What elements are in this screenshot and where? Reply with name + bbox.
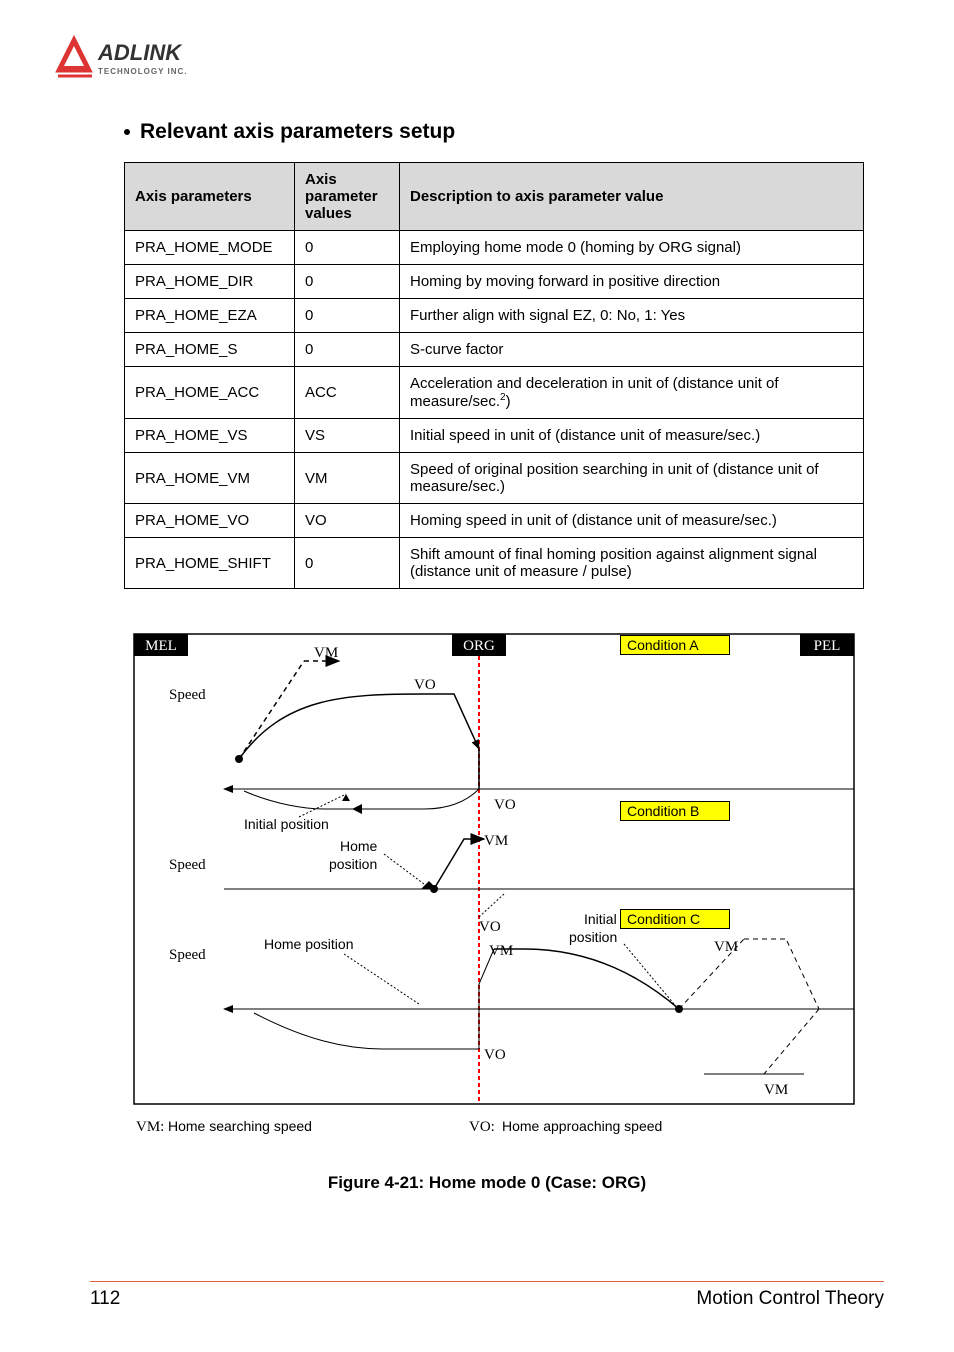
cell-value: VO — [295, 504, 400, 538]
footer-title: Motion Control Theory — [696, 1288, 884, 1310]
bullet-icon — [124, 129, 130, 135]
cell-value: VM — [295, 453, 400, 504]
cell-desc: S-curve factor — [400, 333, 864, 367]
speed-label-c: Speed — [169, 947, 206, 963]
cell-value: 0 — [295, 231, 400, 265]
cell-desc: Homing speed in unit of (distance unit o… — [400, 504, 864, 538]
legend-vm: Home searching speed — [168, 1118, 312, 1134]
speed-label-b: Speed — [169, 857, 206, 873]
vo-label2: VO — [494, 797, 516, 813]
section-heading-text: Relevant axis parameters setup — [140, 120, 455, 144]
th-axis-parameters: Axis parameters — [125, 163, 295, 231]
axis-parameters-table: Axis parameters Axis parameter values De… — [124, 162, 864, 589]
logo-brand: ADLINK — [97, 40, 183, 65]
cell-param: PRA_HOME_VM — [125, 453, 295, 504]
table-row: PRA_HOME_ACC ACC Acceleration and decele… — [125, 367, 864, 419]
table-header-row: Axis parameters Axis parameter values De… — [125, 163, 864, 231]
homing-diagram: MEL ORG PEL Condition A Speed VM — [124, 629, 864, 1149]
vm-label: VM — [314, 645, 338, 661]
cell-value: 0 — [295, 538, 400, 589]
initial-position-label: Initial position — [244, 816, 329, 832]
org-label: ORG — [463, 638, 495, 654]
table-row: PRA_HOME_VM VM Speed of original positio… — [125, 453, 864, 504]
cell-param: PRA_HOME_ACC — [125, 367, 295, 419]
table-row: PRA_HOME_VS VS Initial speed in unit of … — [125, 419, 864, 453]
position-label: position — [329, 856, 377, 872]
cell-param: PRA_HOME_S — [125, 333, 295, 367]
table-row: PRA_HOME_DIR 0 Homing by moving forward … — [125, 265, 864, 299]
th-parameter-values: Axis parameter values — [295, 163, 400, 231]
home-label: Home — [340, 838, 378, 854]
table-row: PRA_HOME_EZA 0 Further align with signal… — [125, 299, 864, 333]
initial-label-c: Initial — [584, 911, 617, 927]
home-position-label-c: Home position — [264, 936, 354, 952]
cell-value: 0 — [295, 333, 400, 367]
vo-label-c2: VO — [484, 1047, 506, 1063]
legend-vo-prefix: VO: — [469, 1119, 495, 1135]
condition-c-label: Condition C — [620, 909, 730, 929]
cell-param: PRA_HOME_VS — [125, 419, 295, 453]
pel-label: PEL — [814, 638, 841, 654]
table-row: PRA_HOME_VO VO Homing speed in unit of (… — [125, 504, 864, 538]
cell-desc: Speed of original position searching in … — [400, 453, 864, 504]
vm-label-c3: VM — [764, 1082, 788, 1098]
brand-logo: ADLINK TECHNOLOGY INC. — [52, 32, 218, 91]
condition-a-label: Condition A — [620, 635, 730, 655]
vm-label-b: VM — [484, 833, 508, 849]
cell-desc: Initial speed in unit of (distance unit … — [400, 419, 864, 453]
cell-param: PRA_HOME_MODE — [125, 231, 295, 265]
table-row: PRA_HOME_S 0 S-curve factor — [125, 333, 864, 367]
figure-caption: Figure 4-21: Home mode 0 (Case: ORG) — [90, 1173, 884, 1193]
table-row: PRA_HOME_SHIFT 0 Shift amount of final h… — [125, 538, 864, 589]
condition-b-label: Condition B — [620, 801, 730, 821]
cell-value: 0 — [295, 299, 400, 333]
cell-desc: Further align with signal EZ, 0: No, 1: … — [400, 299, 864, 333]
vm-label-c1: VM — [714, 939, 738, 955]
table-row: PRA_HOME_MODE 0 Employing home mode 0 (h… — [125, 231, 864, 265]
page-footer: 112 Motion Control Theory — [90, 1281, 884, 1310]
vo-label: VO — [414, 677, 436, 693]
position-label-c: position — [569, 929, 617, 945]
cell-value: ACC — [295, 367, 400, 419]
logo-sub: TECHNOLOGY INC. — [98, 67, 188, 76]
cell-param: PRA_HOME_VO — [125, 504, 295, 538]
cell-value: VS — [295, 419, 400, 453]
cell-param: PRA_HOME_SHIFT — [125, 538, 295, 589]
cell-param: PRA_HOME_DIR — [125, 265, 295, 299]
legend-vo: Home approaching speed — [502, 1118, 662, 1134]
th-description: Description to axis parameter value — [400, 163, 864, 231]
cell-param: PRA_HOME_EZA — [125, 299, 295, 333]
cell-desc: Homing by moving forward in positive dir… — [400, 265, 864, 299]
mel-label: MEL — [145, 638, 177, 654]
legend-vm-prefix: VM: — [136, 1119, 164, 1135]
page-number: 112 — [90, 1288, 120, 1310]
cell-desc: Shift amount of final homing position ag… — [400, 538, 864, 589]
speed-label: Speed — [169, 687, 206, 703]
vo-label-c: VO — [479, 919, 501, 935]
cell-value: 0 — [295, 265, 400, 299]
cell-desc: Employing home mode 0 (homing by ORG sig… — [400, 231, 864, 265]
section-heading: Relevant axis parameters setup — [124, 120, 884, 144]
cell-desc: Acceleration and deceleration in unit of… — [400, 367, 864, 419]
